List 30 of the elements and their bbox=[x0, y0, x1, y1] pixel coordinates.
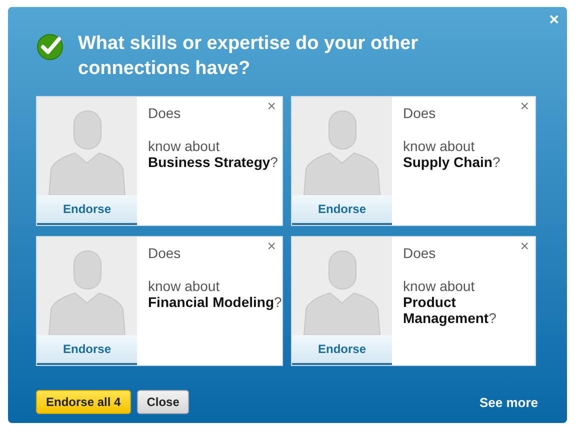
prompt-text: know about bbox=[148, 138, 220, 154]
question-text: Does bbox=[403, 105, 436, 121]
question-text: Does bbox=[403, 245, 436, 261]
skill-text: Business Strategy? bbox=[148, 154, 278, 170]
dialog-title: What skills or expertise do your other connections have? bbox=[78, 32, 419, 81]
skill-text: Financial Modeling? bbox=[148, 294, 282, 310]
endorse-all-button[interactable]: Endorse all 4 bbox=[36, 390, 131, 414]
avatar-silhouette-icon bbox=[37, 237, 137, 335]
prompt-text: know about bbox=[148, 278, 220, 294]
close-button[interactable]: × bbox=[549, 13, 559, 27]
endorse-button[interactable]: Endorse bbox=[37, 195, 137, 225]
checkmark-icon bbox=[37, 33, 64, 60]
endorse-button[interactable]: Endorse bbox=[37, 335, 137, 365]
close-dialog-button[interactable]: Close bbox=[136, 390, 190, 414]
question-text: Does bbox=[148, 105, 181, 121]
dismiss-button[interactable]: × bbox=[267, 241, 276, 253]
prompt-text: know about bbox=[403, 138, 475, 154]
dismiss-button[interactable]: × bbox=[520, 241, 529, 253]
avatar-silhouette-icon bbox=[37, 97, 137, 195]
avatar-silhouette-icon bbox=[292, 97, 392, 195]
prompt-text: know about bbox=[403, 278, 475, 294]
endorse-button[interactable]: Endorse bbox=[292, 335, 392, 365]
dismiss-button[interactable]: × bbox=[267, 101, 276, 113]
skill-text: Supply Chain? bbox=[403, 154, 500, 170]
avatar-silhouette-icon bbox=[292, 237, 392, 335]
dismiss-button[interactable]: × bbox=[520, 101, 529, 113]
skill-text: Product Management? bbox=[403, 294, 498, 326]
see-more-link[interactable]: See more bbox=[479, 394, 538, 410]
question-text: Does bbox=[148, 245, 181, 261]
endorse-button[interactable]: Endorse bbox=[292, 195, 392, 225]
